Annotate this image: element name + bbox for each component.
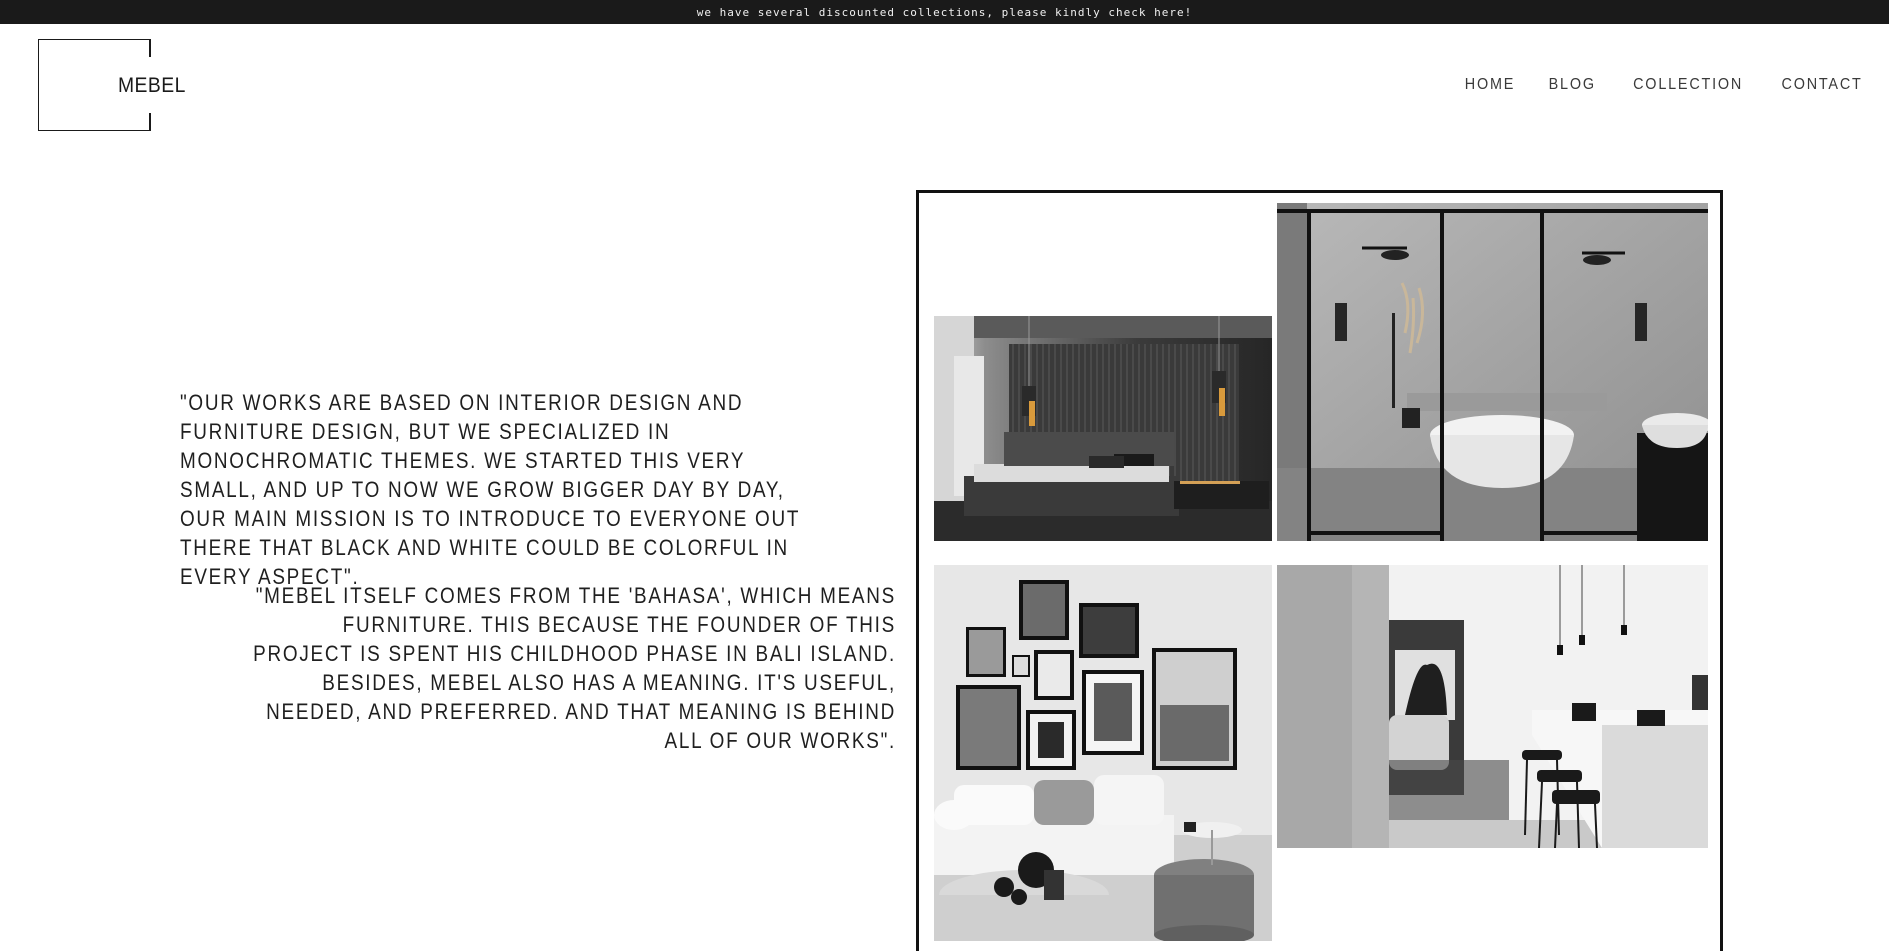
announcement-text[interactable]: we have several discounted collections, …: [697, 6, 1192, 19]
kitchen-photo: [1277, 565, 1708, 848]
nav-home[interactable]: HOME: [1465, 76, 1515, 94]
main-nav: HOME BLOG COLLECTION CONTACT: [1462, 76, 1867, 94]
living-room-photo: [934, 565, 1272, 941]
nav-collection[interactable]: COLLECTION: [1633, 76, 1743, 94]
bedroom-photo: [934, 316, 1272, 541]
announcement-bar[interactable]: we have several discounted collections, …: [0, 0, 1889, 24]
logo-frame-tick-top: [149, 39, 151, 57]
site-logo[interactable]: MEBEL: [38, 39, 185, 131]
about-paragraph-mission: "OUR WORKS ARE BASED ON INTERIOR DESIGN …: [180, 390, 800, 589]
nav-contact[interactable]: CONTACT: [1781, 76, 1862, 94]
interior-gallery: [916, 190, 1723, 951]
about-paragraph-name-origin: "MEBEL ITSELF COMES FROM THE 'BAHASA', W…: [253, 583, 897, 753]
nav-blog[interactable]: BLOG: [1549, 76, 1596, 94]
logo-text: MEBEL: [118, 74, 186, 97]
logo-frame-tick-bottom: [149, 113, 151, 131]
bathroom-photo: [1277, 203, 1708, 541]
